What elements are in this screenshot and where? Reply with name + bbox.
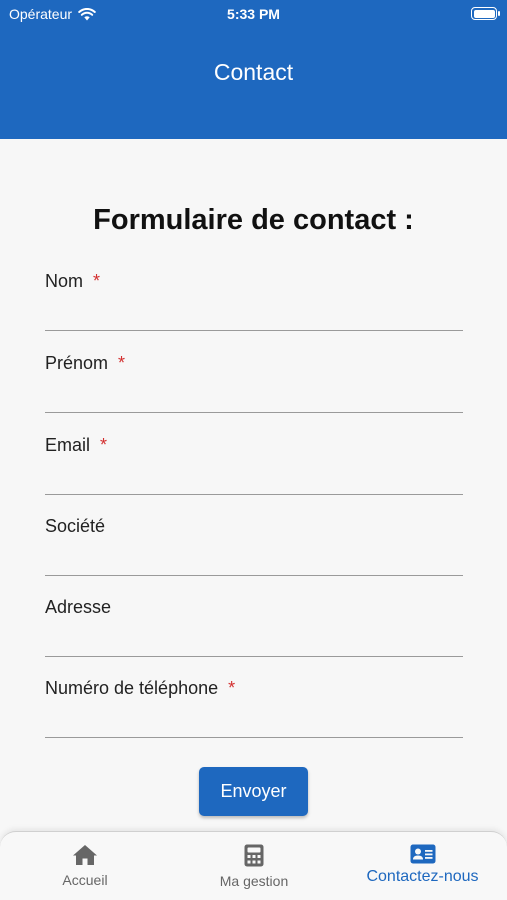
nom-label: Nom * [45,271,101,291]
calculator-icon [244,844,264,867]
telephone-label: Numéro de téléphone * [45,678,236,698]
societe-input[interactable] [45,547,463,571]
prenom-label: Prénom * [45,353,126,373]
clock: 5:33 PM [227,6,280,22]
status-bar: Opérateur 5:33 PM [0,0,507,30]
contact-card-icon [410,844,435,864]
adresse-label: Adresse [45,597,112,617]
prenom-field[interactable]: Prénom * [45,353,463,413]
tab-ma-gestion[interactable]: Ma gestion [204,844,304,896]
email-field[interactable]: Email * [45,435,463,495]
tab-contactez-nous[interactable]: Contactez-nous [355,844,490,896]
tab-bar: Accueil Ma gestion Contactez-nous [0,831,507,900]
societe-label: Société [45,516,106,536]
required-mark: * [100,435,108,455]
send-button[interactable]: Envoyer [199,767,308,816]
telephone-field[interactable]: Numéro de téléphone * [45,678,463,738]
telephone-input[interactable] [45,709,463,733]
tab-accueil-label: Accueil [62,872,108,888]
nom-field[interactable]: Nom * [45,271,463,331]
home-icon [73,845,97,865]
nom-input[interactable] [45,302,463,326]
required-mark: * [228,678,236,698]
app-header: Opérateur 5:33 PM Contact [0,0,507,139]
required-mark: * [93,271,101,291]
tab-accueil[interactable]: Accueil [35,844,135,896]
societe-field[interactable]: Société [45,516,463,576]
email-label: Email * [45,435,108,455]
battery-icon [471,7,500,20]
page-title: Contact [213,59,294,85]
prenom-input[interactable] [45,384,463,408]
tab-ma-gestion-label: Ma gestion [219,873,289,889]
tab-contactez-nous-label: Contactez-nous [366,868,479,885]
required-mark: * [118,353,126,373]
email-input[interactable] [45,466,463,490]
adresse-input[interactable] [45,628,463,652]
form-title: Formulaire de contact : [93,204,414,236]
adresse-field[interactable]: Adresse [45,597,463,657]
